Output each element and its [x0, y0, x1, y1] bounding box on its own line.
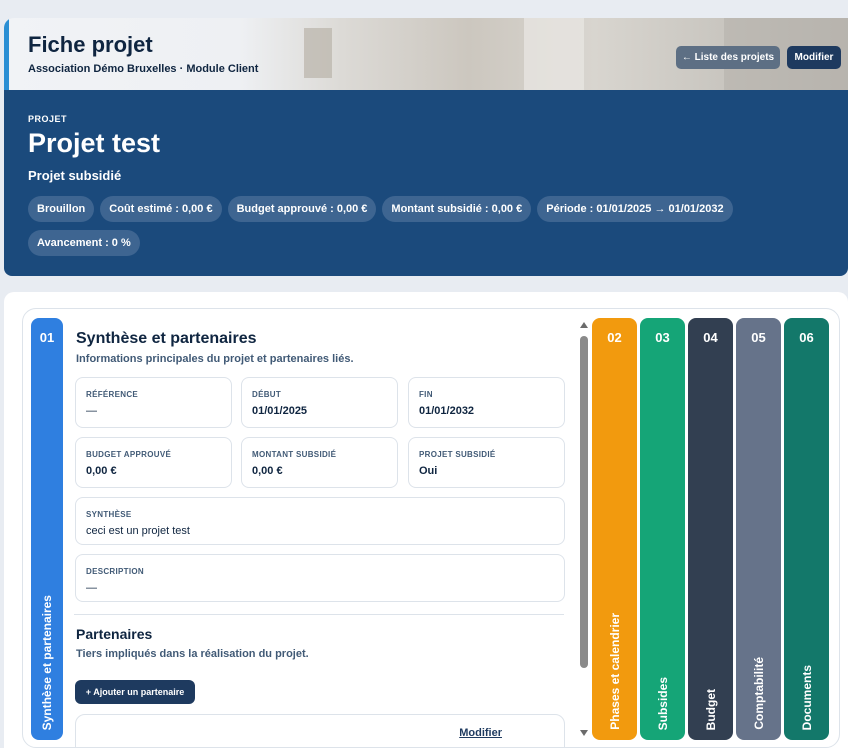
field-value: 0,00 € — [252, 465, 283, 477]
tab-label: Phases et calendrier — [607, 613, 622, 730]
add-partner-button[interactable]: + Ajouter un partenaire — [75, 680, 195, 704]
tab-label: Subsides — [655, 676, 670, 730]
start-date-field: DÉBUT 01/01/2025 — [241, 377, 398, 428]
scroll-up-arrow-icon[interactable] — [580, 322, 588, 328]
tab-content-synthese: Synthèse et partenaires Informations pri… — [74, 318, 566, 748]
project-name: Projet test — [28, 128, 161, 158]
partners-title: Partenaires — [76, 626, 153, 642]
status-chip: Brouillon — [28, 196, 95, 222]
section-title: Synthèse et partenaires — [76, 330, 257, 347]
tab-number: 06 — [799, 330, 814, 345]
field-label: MONTANT SUBSIDIÉ — [252, 450, 337, 459]
approved-budget-chip: Budget approuvé : 0,00 € — [227, 196, 377, 222]
tab-number: 01 — [39, 330, 55, 345]
tab-synthese-partenaires[interactable]: 01 Synthèse et partenaires — [31, 318, 63, 740]
project-type: Projet subsidié — [28, 168, 122, 183]
section-divider — [74, 614, 564, 615]
field-label: DESCRIPTION — [86, 567, 144, 576]
tab-phases-calendrier[interactable]: 02 Phases et calendrier — [592, 318, 637, 740]
period-chip: Période : 01/01/2025 → 01/01/2032 — [537, 196, 733, 222]
subsidy-amount-chip: Montant subsidié : 0,00 € — [382, 196, 532, 222]
project-chips: Brouillon Coût estimé : 0,00 € Budget ap… — [28, 196, 828, 256]
page-title: Fiche projet — [28, 32, 153, 57]
estimated-cost-chip: Coût estimé : 0,00 € — [100, 196, 222, 222]
description-field: DESCRIPTION — — [75, 554, 565, 602]
partner-card: Modifier — [75, 714, 565, 748]
modify-button[interactable]: Modifier — [787, 46, 841, 69]
project-list-button[interactable]: ← Liste des projets — [676, 46, 780, 69]
scroll-down-arrow-icon[interactable] — [580, 730, 588, 736]
tab-number: 02 — [607, 330, 622, 345]
field-label: FIN — [419, 390, 433, 399]
end-date-field: FIN 01/01/2032 — [408, 377, 565, 428]
tab-documents[interactable]: 06 Documents — [784, 318, 829, 740]
progress-chip: Avancement : 0 % — [28, 230, 140, 256]
tab-label: Budget — [703, 688, 718, 730]
field-label: SYNTHÈSE — [86, 510, 132, 519]
tab-number: 05 — [751, 330, 766, 345]
field-label: RÉFÉRENCE — [86, 390, 139, 399]
reference-field: RÉFÉRENCE — — [75, 377, 232, 428]
scroll-thumb[interactable] — [580, 336, 588, 668]
field-value: 01/01/2025 — [252, 405, 308, 417]
header-banner: Fiche projet Association Démo Bruxelles … — [4, 18, 848, 90]
content-scrollbar[interactable] — [578, 320, 590, 738]
banner-photo-detail — [304, 28, 332, 78]
tab-budget[interactable]: 04 Budget — [688, 318, 733, 740]
field-label: PROJET SUBSIDIÉ — [419, 450, 496, 459]
field-value: ceci est un projet test — [86, 525, 190, 537]
tab-label: Synthèse et partenaires — [40, 594, 54, 730]
page-subtitle: Association Démo Bruxelles · Module Clie… — [28, 63, 259, 75]
banner-photo-detail — [524, 18, 584, 90]
tab-comptabilite[interactable]: 05 Comptabilité — [736, 318, 781, 740]
field-value: 01/01/2032 — [419, 405, 475, 417]
tab-label: Documents — [799, 664, 814, 730]
section-subtitle: Informations principales du projet et pa… — [76, 353, 354, 365]
tab-number: 03 — [655, 330, 670, 345]
project-hero: PROJET Projet test Projet subsidié Broui… — [4, 90, 848, 276]
field-value: 0,00 € — [86, 465, 117, 477]
tab-subsides[interactable]: 03 Subsides — [640, 318, 685, 740]
subsidized-project-field: PROJET SUBSIDIÉ Oui — [408, 437, 565, 488]
synthesis-field: SYNTHÈSE ceci est un projet test — [75, 497, 565, 545]
header-accent-bar — [4, 18, 9, 90]
tab-label: Comptabilité — [751, 657, 766, 730]
field-label: BUDGET APPROUVÉ — [86, 450, 172, 459]
edit-partner-link[interactable]: Modifier — [459, 727, 502, 739]
partners-subtitle: Tiers impliqués dans la réalisation du p… — [76, 648, 309, 660]
project-kicker: PROJET — [28, 114, 68, 124]
field-value: — — [86, 582, 97, 594]
tab-number: 04 — [703, 330, 718, 345]
field-value: Oui — [419, 465, 438, 477]
field-value: — — [86, 405, 97, 417]
subsidy-amount-field: MONTANT SUBSIDIÉ 0,00 € — [241, 437, 398, 488]
approved-budget-field: BUDGET APPROUVÉ 0,00 € — [75, 437, 232, 488]
field-label: DÉBUT — [252, 390, 282, 399]
